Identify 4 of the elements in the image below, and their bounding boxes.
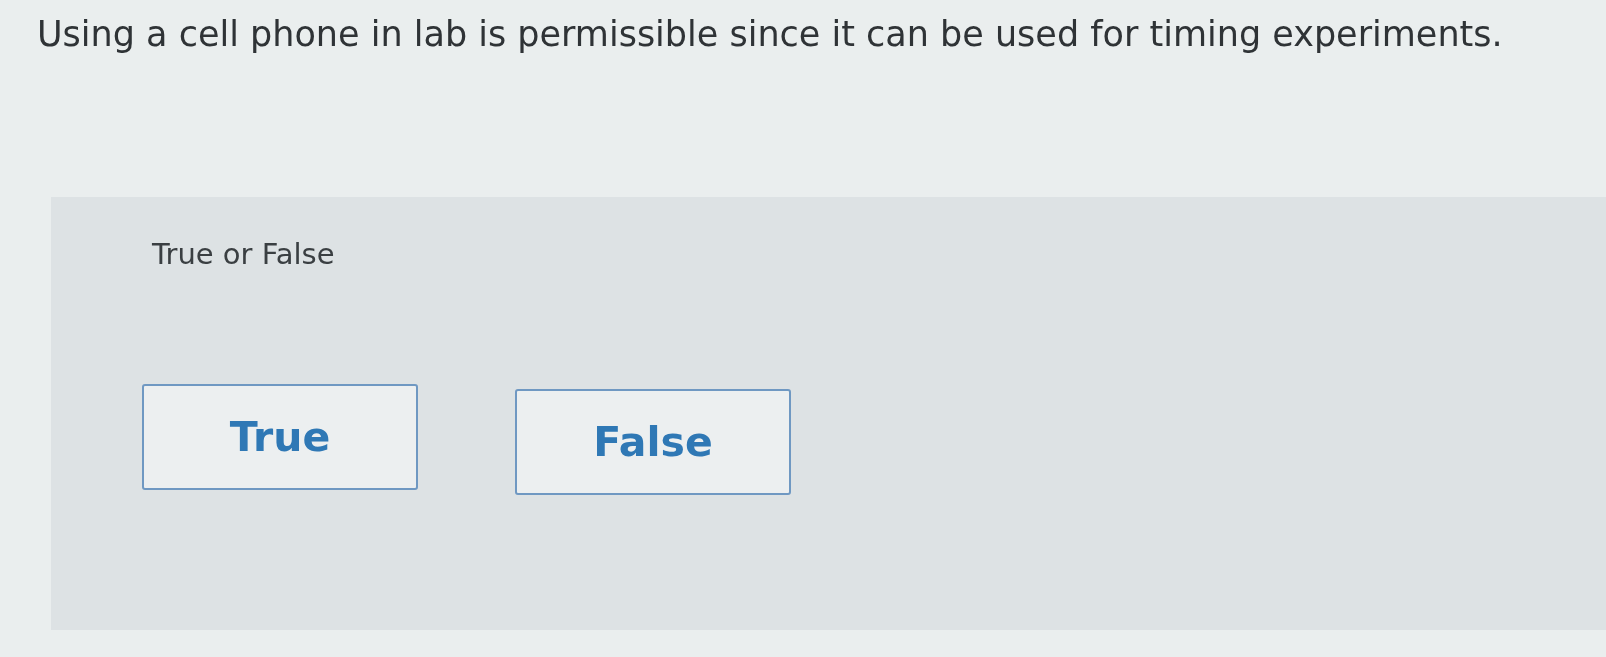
answer-option-button[interactable]: False — [515, 389, 791, 495]
question-text: Using a cell phone in lab is permissible since it can be used for timing experiments. — [37, 13, 1503, 56]
prompt-text: True or False — [152, 236, 335, 273]
answer-option-button[interactable]: True — [142, 384, 418, 490]
